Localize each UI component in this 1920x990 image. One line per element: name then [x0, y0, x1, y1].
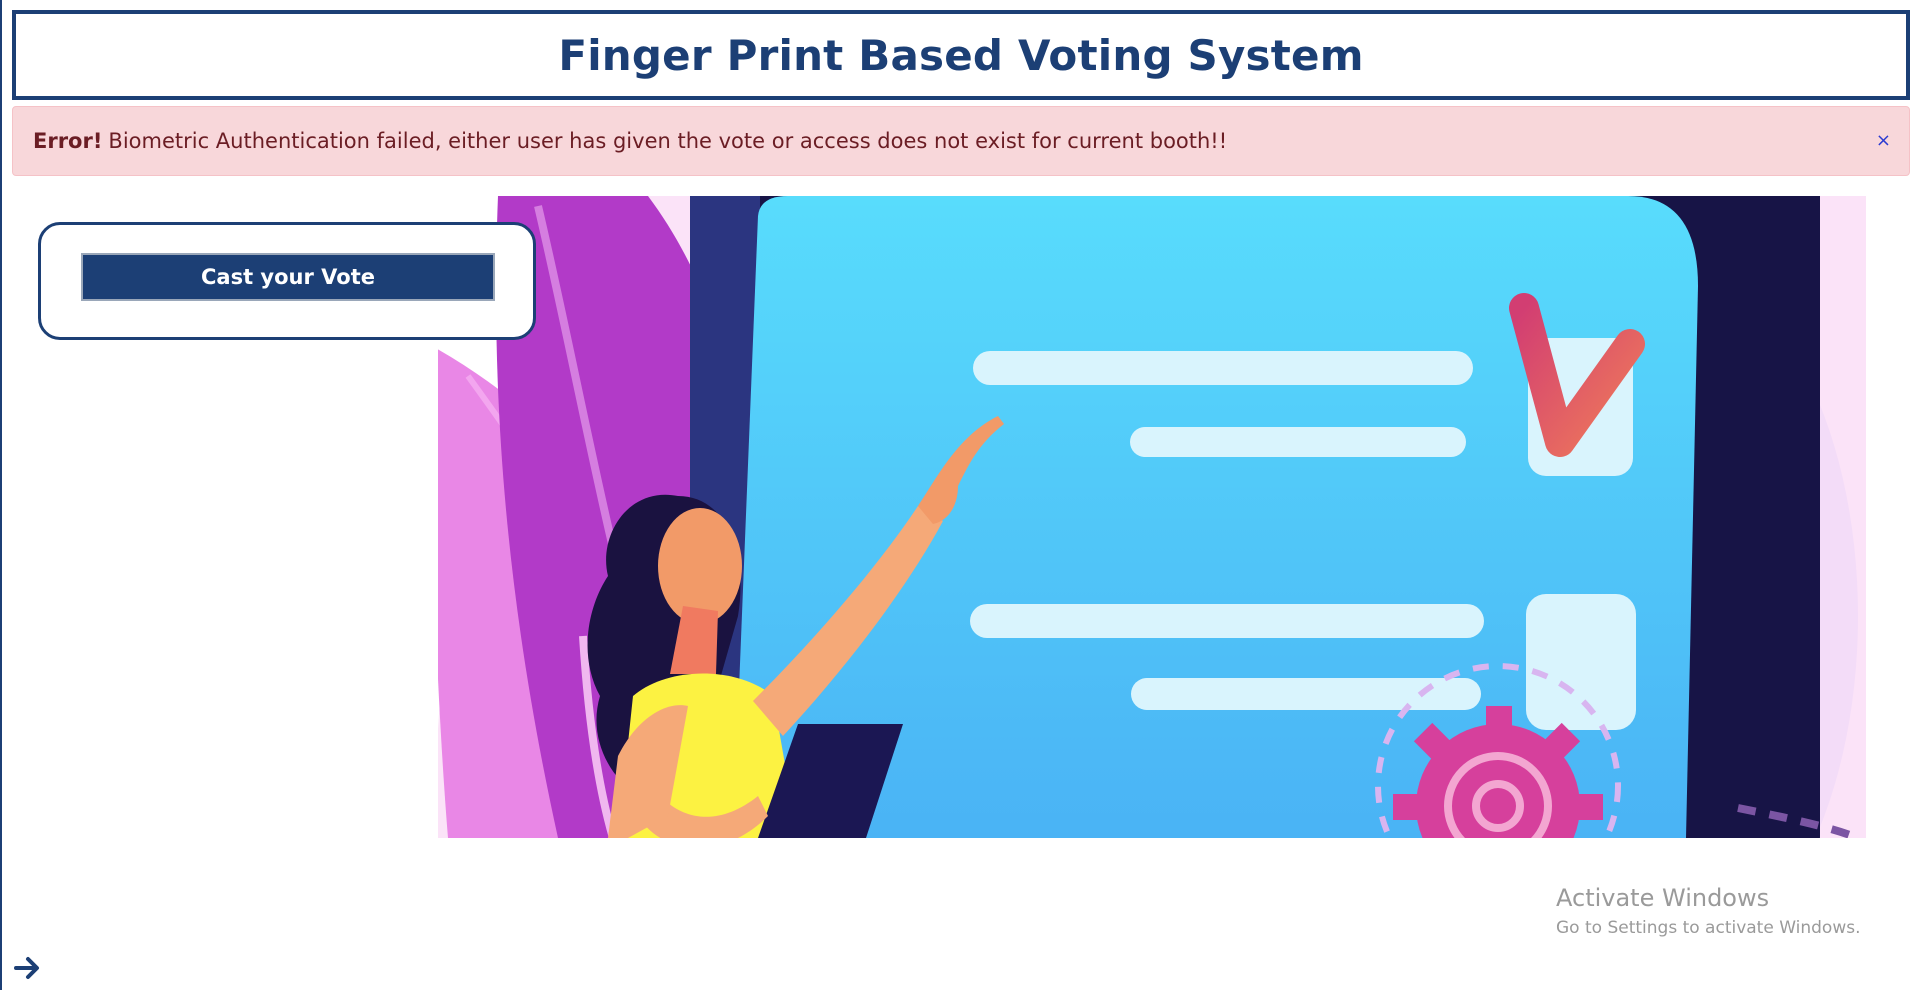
cast-vote-button[interactable]: Cast your Vote: [81, 253, 495, 301]
watermark-subtitle: Go to Settings to activate Windows.: [1556, 918, 1861, 938]
watermark-title: Activate Windows: [1556, 884, 1770, 912]
windows-activation-watermark: Activate Windows Go to Settings to activ…: [1556, 884, 1861, 938]
arrow-right-icon[interactable]: [14, 954, 42, 982]
page-header: Finger Print Based Voting System: [12, 10, 1910, 100]
error-alert: Error! Biometric Authentication failed, …: [12, 106, 1910, 176]
page-title: Finger Print Based Voting System: [558, 30, 1364, 80]
left-edge-border: [0, 0, 2, 990]
alert-close-button[interactable]: ×: [1876, 132, 1891, 150]
alert-strong-label: Error!: [33, 129, 103, 153]
voting-illustration: [438, 196, 1866, 838]
vote-card: Cast your Vote: [38, 222, 536, 340]
alert-message: Biometric Authentication failed, either …: [108, 129, 1228, 153]
voting-illustration-svg: [438, 196, 1866, 838]
